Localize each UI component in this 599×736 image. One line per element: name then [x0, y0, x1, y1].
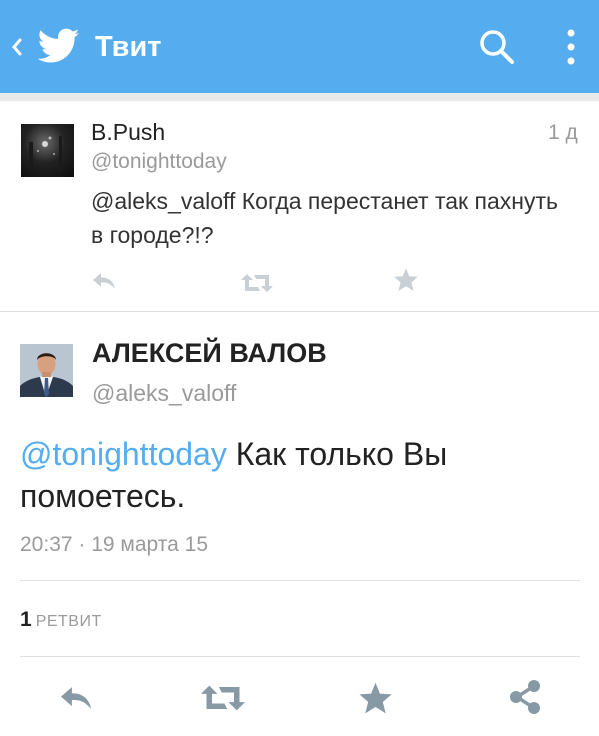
retweet-stats[interactable]: 1 РЕТВИТ — [20, 608, 102, 632]
app-header: Твит — [0, 0, 599, 93]
tweet-time: 1 д — [548, 121, 578, 144]
more-vertical-icon[interactable] — [566, 28, 576, 66]
retweet-count: 1 — [20, 608, 32, 631]
reply-tweet[interactable]: B.Push @tonighttoday 1 д @aleks_valoff К… — [0, 101, 599, 311]
favorite-icon[interactable] — [393, 267, 419, 292]
divider — [20, 656, 580, 657]
header-divider — [0, 93, 599, 101]
chevron-left-icon[interactable] — [10, 36, 24, 58]
search-icon[interactable] — [478, 28, 516, 66]
divider — [0, 311, 599, 312]
tweet-text: @tonighttoday Как только Вы помоетесь. — [20, 433, 580, 517]
author-handle[interactable]: @tonighttoday — [91, 150, 227, 174]
tweet-text: @aleks_valoff Когда перестанет так пахну… — [91, 188, 558, 248]
reply-icon[interactable] — [56, 683, 96, 713]
mention-link[interactable]: @tonighttoday — [20, 436, 227, 472]
avatar[interactable] — [21, 124, 74, 177]
author-handle[interactable]: @aleks_valoff — [92, 380, 236, 407]
retweet-icon[interactable] — [201, 684, 245, 712]
reply-icon[interactable] — [90, 270, 118, 292]
author-name[interactable]: АЛЕКСЕЙ ВАЛОВ — [92, 338, 327, 369]
share-icon[interactable] — [508, 679, 542, 715]
page-title: Твит — [95, 31, 162, 63]
twitter-bird-icon[interactable] — [38, 28, 80, 64]
avatar[interactable] — [20, 344, 73, 397]
retweet-label: РЕТВИТ — [35, 613, 102, 630]
author-name[interactable]: B.Push — [91, 119, 165, 146]
retweet-icon[interactable] — [241, 273, 273, 293]
tweet-timestamp: 20:37 · 19 марта 15 — [20, 533, 208, 556]
favorite-icon[interactable] — [358, 681, 393, 715]
divider — [20, 580, 580, 581]
